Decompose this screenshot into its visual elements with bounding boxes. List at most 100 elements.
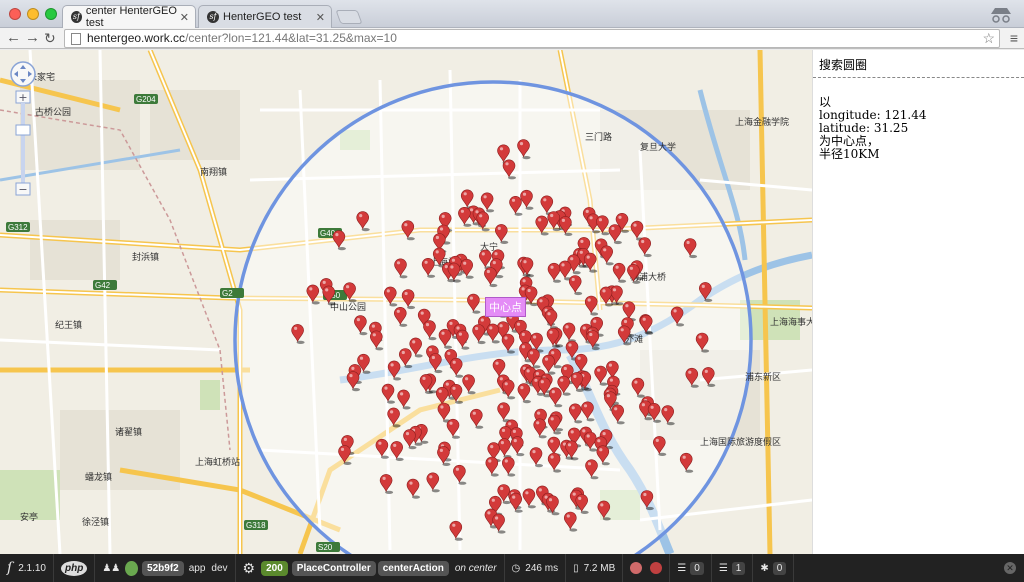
close-window-button[interactable] xyxy=(9,8,21,20)
tab-strip: sf center HenterGEO test ✕ sf HenterGEO … xyxy=(0,0,1024,29)
sidebar-line: 半径10KM xyxy=(819,147,880,161)
browser-toolbar: ← → ↻ hentergeo.work.cc/center?lon=121.4… xyxy=(0,28,1024,49)
symfony-favicon-icon: sf xyxy=(71,11,82,23)
map-place-label: 南翔镇 xyxy=(200,166,227,177)
road-shield: S20 xyxy=(316,542,340,552)
map-place-label: 封浜镇 xyxy=(132,251,159,262)
env-name: dev xyxy=(211,562,228,574)
close-tab-icon[interactable]: ✕ xyxy=(316,11,325,24)
status-code-badge: 200 xyxy=(261,560,288,576)
map-place-label: 中山公园 xyxy=(330,301,366,312)
map-place-label: 上海虹桥站 xyxy=(195,456,240,467)
tab-hentergeo[interactable]: sf HenterGEO test ✕ xyxy=(198,5,332,28)
url-path: /center?lon=121.44&lat=31.25&max=10 xyxy=(185,31,397,45)
svg-text:G2: G2 xyxy=(222,289,233,298)
map-place-label: 安亭 xyxy=(20,511,38,522)
road-shield: G42 xyxy=(93,280,117,290)
security-info[interactable]: ✱ 0 xyxy=(753,554,795,582)
request-info[interactable]: ⚙ 200 PlaceController centerAction on ce… xyxy=(236,554,505,582)
reload-icon[interactable]: ↻ xyxy=(44,29,56,47)
list-icon: ☰ xyxy=(718,562,728,574)
map-place-label: 徐泾镇 xyxy=(82,516,109,527)
memory-icon: ▯ xyxy=(573,562,579,574)
map-place-label: 纪王镇 xyxy=(55,319,82,330)
database-icon xyxy=(650,562,663,574)
security-count: 0 xyxy=(772,561,787,575)
page-content: 朱家宅 南翔镇 封浜镇 纪王镇 诸翟镇 蟠龙镇 徐泾镇 上海虹桥站 上海站 外滩 浦东新区 上海金融学… xyxy=(0,50,1024,554)
gears-icon: ⚙ xyxy=(242,559,256,576)
incognito-icon xyxy=(991,8,1011,23)
close-tab-icon[interactable]: ✕ xyxy=(180,11,189,24)
maximize-window-button[interactable] xyxy=(45,8,57,20)
map-zoom-control[interactable]: + − xyxy=(9,61,37,211)
symfony-version[interactable]: ſ 2.1.10 xyxy=(0,554,54,582)
leaf-icon xyxy=(125,560,139,576)
translation-info[interactable]: ☰ 1 xyxy=(712,554,754,582)
form-icon xyxy=(630,562,643,574)
list-icon: ☰ xyxy=(677,562,687,574)
memory-usage: 7.2 MB xyxy=(583,562,616,574)
symfony-favicon-icon: sf xyxy=(207,11,219,23)
map-canvas[interactable]: 朱家宅南翔镇封浜镇纪王镇诸翟镇蟠龙镇徐泾镇上海虹桥站上海站外滩浦东新区上海金融学… xyxy=(0,50,812,554)
map-place-label: 上海海事大学 xyxy=(770,316,812,327)
memory-info[interactable]: ▯ 7.2 MB xyxy=(566,554,624,582)
map-place-label: 三门路 xyxy=(585,131,612,142)
users-icon: ♟♟ xyxy=(102,562,121,574)
address-bar[interactable]: hentergeo.work.cc/center?lon=121.44&lat=… xyxy=(64,29,1000,48)
browser-window: sf center HenterGEO test ✕ sf HenterGEO … xyxy=(0,0,1024,582)
forward-arrow-icon[interactable]: → xyxy=(25,29,40,47)
request-time: 246 ms xyxy=(525,562,559,574)
php-logo-icon: php xyxy=(61,560,88,576)
road-shield: G2 xyxy=(220,288,244,298)
app-name: app xyxy=(188,562,206,574)
config-info[interactable]: ♟♟ 52b9f2 app dev xyxy=(95,554,236,582)
road-shield: G312 xyxy=(6,222,30,232)
map-place-label: 浦东新区 xyxy=(745,371,781,382)
map-place-label: 诸翟镇 xyxy=(115,426,142,437)
svg-text:G42: G42 xyxy=(95,281,111,290)
symfony-debug-toolbar: ſ 2.1.10 php ♟♟ 52b9f2 app dev ⚙ 200 Pla… xyxy=(0,554,1024,582)
svg-text:S20: S20 xyxy=(318,543,333,552)
events-info[interactable]: ☰ 0 xyxy=(670,554,712,582)
zoom-out-label: − xyxy=(18,183,27,196)
logger-info[interactable] xyxy=(623,554,671,582)
svg-text:G204: G204 xyxy=(136,95,156,104)
info-sidebar: 搜索圆圈 以 longitude: 121.44 latitude: 31.25… xyxy=(812,50,1024,554)
clock-icon: ◷ xyxy=(511,562,521,574)
symfony-logo-icon: ſ xyxy=(7,560,13,576)
controller-name: PlaceController xyxy=(291,560,376,576)
tab-center-hentergeo[interactable]: sf center HenterGEO test ✕ xyxy=(62,5,196,29)
bug-icon: ✱ xyxy=(760,562,769,574)
map-place-label: 上海金融学院 xyxy=(735,116,789,127)
map-place-label: 古桥公园 xyxy=(35,106,71,117)
back-arrow-icon[interactable]: ← xyxy=(6,29,21,47)
close-toolbar-icon[interactable]: ✕ xyxy=(1004,562,1016,574)
center-point-label[interactable]: 中心点 xyxy=(485,297,526,317)
page-icon xyxy=(71,33,81,45)
zoom-in-label: + xyxy=(18,91,27,104)
road-shield: G204 xyxy=(134,94,158,104)
map-view[interactable]: 朱家宅 南翔镇 封浜镇 纪王镇 诸翟镇 蟠龙镇 徐泾镇 上海虹桥站 上海站 外滩 浦东新区 上海金融学… xyxy=(0,50,812,554)
translation-count: 1 xyxy=(731,561,746,575)
events-count: 0 xyxy=(690,561,704,575)
php-info[interactable]: php xyxy=(54,554,96,582)
url-host: hentergeo.work.cc xyxy=(87,31,186,45)
token-badge[interactable]: 52b9f2 xyxy=(142,560,184,576)
zoom-slider-handle[interactable] xyxy=(15,124,31,136)
map-place-label: 复旦大学 xyxy=(640,141,676,152)
svg-text:G318: G318 xyxy=(246,521,266,530)
timer-info[interactable]: ◷ 246 ms xyxy=(505,554,567,582)
sidebar-title: 搜索圆圈 xyxy=(813,50,1024,78)
map-place-label: 上海国际旅游度假区 xyxy=(700,436,781,447)
tab-label: center HenterGEO test xyxy=(85,5,177,29)
tab-label: HenterGEO test xyxy=(223,11,302,23)
minimize-window-button[interactable] xyxy=(27,8,39,20)
new-tab-button[interactable] xyxy=(335,10,363,24)
svg-text:G312: G312 xyxy=(8,223,28,232)
road-shield: G318 xyxy=(244,520,268,530)
route-name: on center xyxy=(454,562,497,574)
window-controls xyxy=(9,8,57,20)
map-place-label: 蟠龙镇 xyxy=(85,471,112,482)
chrome-menu-icon[interactable]: ≡ xyxy=(1010,30,1018,46)
bookmark-star-icon[interactable]: ☆ xyxy=(982,30,995,47)
